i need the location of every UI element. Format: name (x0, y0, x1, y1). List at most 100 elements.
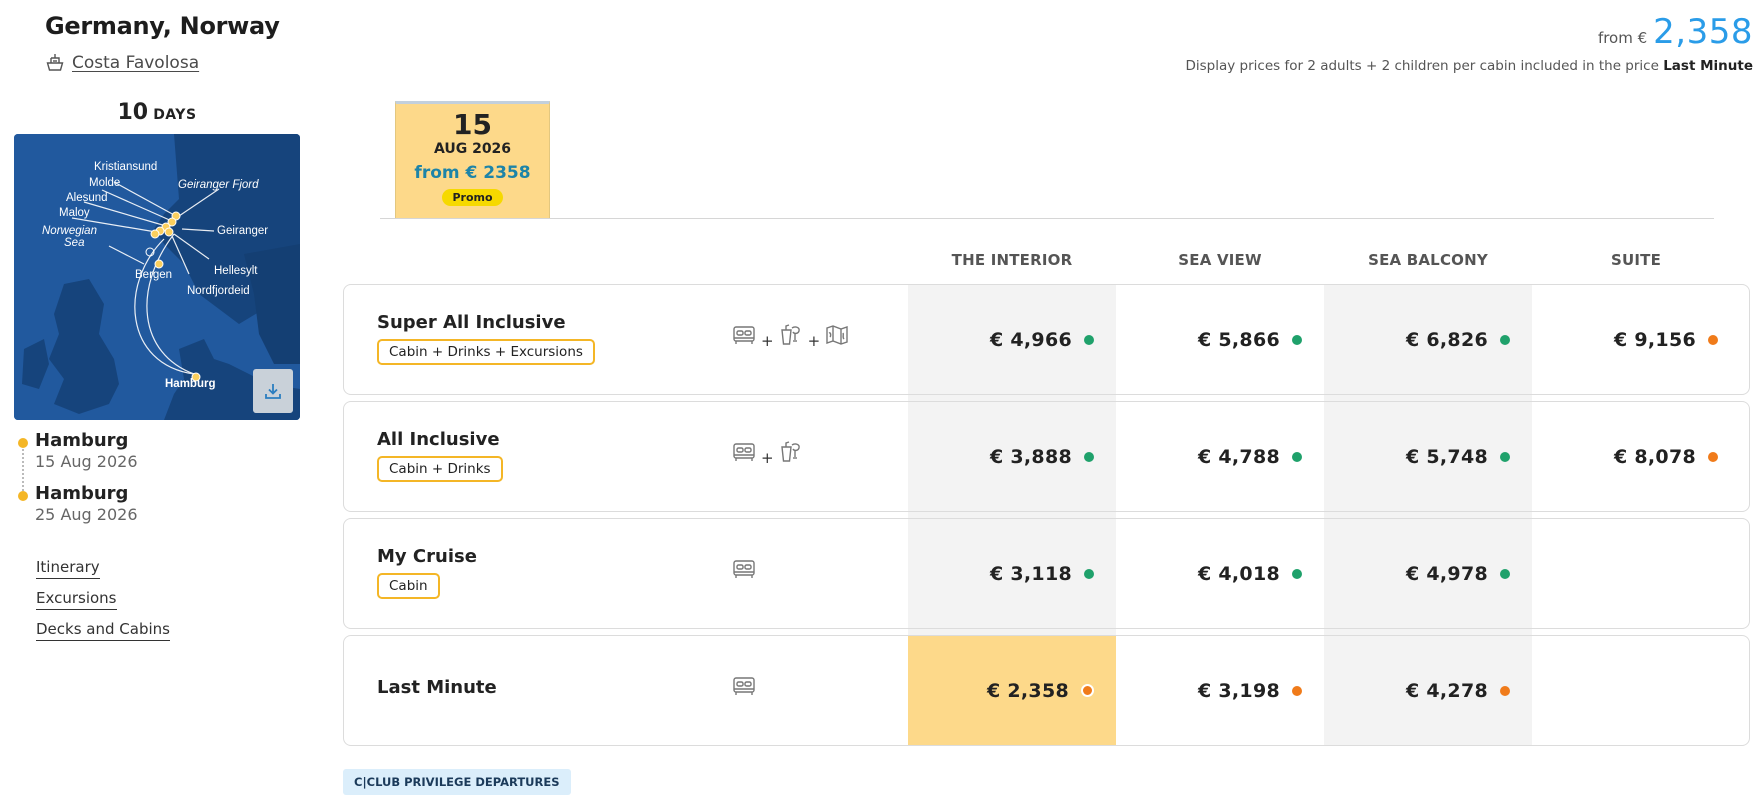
price-value: € 3,888 (989, 445, 1072, 468)
fare-name: Last Minute (377, 677, 497, 698)
from-price-value: 2,358 (1653, 12, 1753, 52)
itinerary-map[interactable]: Kristiansund Molde Alesund Maloy Norwegi… (14, 134, 300, 420)
availability-dot (1500, 451, 1510, 462)
price-value: € 3,118 (989, 562, 1072, 585)
price-cell[interactable]: € 5,866 (1116, 285, 1324, 394)
availability-dot (1292, 568, 1302, 579)
availability-dot (1292, 685, 1302, 696)
price-cell[interactable]: € 3,888 (908, 402, 1116, 511)
itinerary-link[interactable]: Itinerary (36, 558, 100, 579)
ship-name[interactable]: Costa Favolosa (72, 53, 199, 73)
itinerary-connector (22, 449, 24, 491)
price-cell[interactable]: € 4,788 (1116, 402, 1324, 511)
price-cell[interactable]: € 4,978 (1324, 519, 1532, 628)
price-cell[interactable]: € 9,156 (1532, 285, 1740, 394)
price-value: € 3,198 (1197, 679, 1280, 702)
plus-sign: + (761, 332, 774, 350)
availability-dot (1292, 451, 1302, 462)
map-label-norwegian-sea: Norwegian (42, 225, 97, 237)
price-cell[interactable]: € 3,198 (1116, 636, 1324, 745)
price-value: € 8,078 (1613, 445, 1696, 468)
fare-icons (732, 558, 756, 584)
fare-name: Super All Inclusive (377, 312, 566, 333)
departure-date: 15 Aug 2026 (35, 452, 138, 471)
price-value: € 5,866 (1197, 328, 1280, 351)
price-cell[interactable]: € 4,278 (1324, 636, 1532, 745)
price-cell[interactable]: € 8,078 (1532, 402, 1740, 511)
excursions-link[interactable]: Excursions (36, 589, 117, 610)
price-value: € 5,748 (1405, 445, 1488, 468)
trip-duration: 10 DAYS (14, 100, 300, 125)
price-cell[interactable]: € 5,748 (1324, 402, 1532, 511)
price-cell[interactable]: € 6,826 (1324, 285, 1532, 394)
plus-sign: + (807, 332, 821, 350)
fare-icons: + + (732, 324, 849, 350)
column-header: SEA BALCONY (1368, 251, 1488, 269)
bed-icon (732, 324, 756, 350)
fare-name: All Inclusive (377, 429, 500, 450)
availability-dot (1500, 685, 1510, 696)
ship-icon (46, 53, 64, 73)
map-label-kristiansund: Kristiansund (94, 161, 157, 173)
side-links: Itinerary Excursions Decks and Cabins (36, 558, 170, 651)
fare-icons (732, 675, 756, 701)
map-label-hamburg: Hamburg (165, 378, 215, 390)
availability-dot (1708, 451, 1718, 462)
date-tab-month: AUG 2026 (433, 141, 512, 157)
ship-link[interactable]: Costa Favolosa (46, 53, 199, 73)
column-header: SEA VIEW (1178, 251, 1262, 269)
map-label-sea: Sea (64, 237, 84, 249)
availability-dot (1084, 568, 1094, 579)
map-label-nordfjordeid: Nordfjordeid (187, 285, 250, 297)
price-display-note-fare: Last Minute (1663, 58, 1753, 74)
availability-dot (1708, 334, 1718, 345)
days-label: DAYS (153, 107, 197, 123)
departure-date-tab[interactable]: 15 AUG 2026 from € 2358 Promo (395, 101, 550, 219)
price-display-note-text: Display prices for 2 adults + 2 children… (1185, 58, 1659, 74)
fare-tag: Cabin + Drinks + Excursions (377, 339, 595, 365)
date-tab-day: 15 (453, 108, 492, 141)
page-title: Germany, Norway (45, 12, 280, 40)
price-value: € 4,978 (1405, 562, 1488, 585)
arrival-dot (18, 491, 28, 501)
availability-dot (1081, 684, 1094, 697)
column-header: THE INTERIOR (951, 251, 1073, 269)
drinks-icon (779, 324, 803, 350)
bed-icon (732, 441, 756, 467)
fare-icons: + (732, 441, 803, 467)
price-cell[interactable]: € 4,018 (1116, 519, 1324, 628)
availability-dot (1292, 334, 1302, 345)
plus-sign: + (761, 449, 774, 467)
fare-tag: Cabin (377, 573, 440, 599)
price-value: € 4,966 (989, 328, 1072, 351)
decks-and-cabins-link[interactable]: Decks and Cabins (36, 620, 170, 641)
map-label-maloy: Maloy (59, 207, 90, 219)
map-icon (825, 324, 849, 350)
bed-icon (732, 558, 756, 584)
availability-dot (1500, 568, 1510, 579)
map-label-hellesylt: Hellesylt (214, 265, 258, 277)
price-display-note: Display prices for 2 adults + 2 children… (1185, 58, 1753, 74)
club-privilege-badge[interactable]: C|CLUB PRIVILEGE DEPARTURES (343, 769, 571, 795)
departure-port: Hamburg 15 Aug 2026 (35, 430, 138, 471)
fare-tag: Cabin + Drinks (377, 456, 503, 482)
map-label-bergen: Bergen (135, 269, 172, 281)
price-value: € 9,156 (1613, 328, 1696, 351)
bed-icon (732, 675, 756, 701)
price-cell[interactable]: € 4,966 (908, 285, 1116, 394)
departure-dot (18, 438, 28, 448)
price-value: € 4,278 (1405, 679, 1488, 702)
map-download-button[interactable] (253, 369, 293, 413)
price-value: € 2,358 (986, 679, 1069, 702)
price-cell[interactable]: € 2,358 (908, 636, 1116, 745)
availability-dot (1084, 451, 1094, 462)
date-tab-from-price: from € 2358 (414, 163, 531, 183)
availability-dot (1084, 334, 1094, 345)
price-cell[interactable]: € 3,118 (908, 519, 1116, 628)
map-label-alesund: Alesund (66, 192, 108, 204)
arrival-port: Hamburg 25 Aug 2026 (35, 483, 138, 524)
days-number: 10 (117, 100, 149, 125)
availability-dot (1500, 334, 1510, 345)
promo-badge: Promo (442, 189, 503, 206)
map-label-geiranger: Geiranger (217, 225, 268, 237)
